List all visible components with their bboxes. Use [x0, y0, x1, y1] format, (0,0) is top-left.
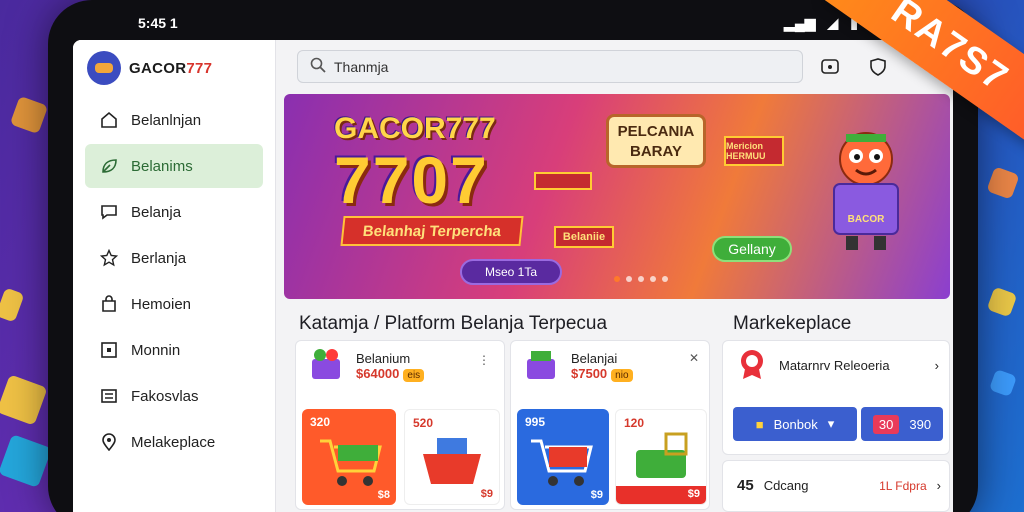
marketplace-item-label: Matarnrv Releoeria — [779, 357, 890, 373]
marketplace-title: Markekeplace — [733, 313, 852, 334]
mascot-icon: BACOR — [833, 132, 899, 250]
banner-pill-button[interactable]: Mseo 1Ta — [460, 259, 562, 285]
carousel-dot[interactable] — [662, 276, 668, 282]
close-icon[interactable]: ✕ — [689, 351, 699, 365]
carousel-dot[interactable] — [650, 276, 656, 282]
wifi-icon: ◢ — [827, 14, 839, 31]
cart-icon — [320, 439, 382, 486]
decor-cube — [9, 95, 49, 135]
status-time: 5:45 1 — [138, 15, 178, 31]
badge-icon — [735, 347, 769, 384]
product-tile[interactable]: 320 $8 — [302, 409, 396, 505]
row-right: 1L Fdpra — [879, 478, 927, 493]
banner-number: 7707 — [334, 143, 489, 217]
sidebar-item-7[interactable]: Melakeplace — [85, 420, 263, 464]
banner-sign-mid: Belaniie — [554, 226, 614, 248]
brand-name: GACOR777 — [129, 59, 213, 77]
box-icon: ■ — [755, 416, 764, 432]
decor-cube — [986, 286, 1018, 318]
sidebar-item-0[interactable]: Belanlnjan — [85, 98, 263, 142]
register-icon — [521, 345, 561, 388]
banner-green-button[interactable]: Gellany — [712, 236, 792, 262]
leaf-icon — [99, 156, 119, 176]
star-icon — [99, 248, 119, 268]
bag-icon — [636, 432, 688, 478]
carousel-dot[interactable] — [626, 276, 632, 282]
product-price: $64000 — [356, 366, 400, 381]
row-number: 45 — [737, 477, 754, 494]
marketplace-row[interactable]: 45 Cdcang 1L Fdpra › — [722, 460, 950, 512]
sidebar-item-2[interactable]: Belanja — [85, 190, 263, 234]
sidebar-item-label: Fakosvlas — [131, 387, 199, 405]
marketplace-price-button[interactable]: 30 390 — [861, 407, 943, 441]
decor-cube — [0, 374, 48, 426]
decor-cube — [986, 166, 1020, 200]
price-tag: eis — [403, 369, 425, 382]
app-screen: GACOR777 Belanlnjan Belanims Belanja Ber… — [73, 40, 953, 512]
chevron-right-icon[interactable]: › — [937, 478, 941, 493]
carousel-dot[interactable] — [614, 276, 620, 282]
marketplace-button[interactable]: ■ Bonbok ▾ — [733, 407, 857, 441]
cart-icon — [531, 439, 593, 486]
list-icon — [99, 386, 119, 406]
carousel-dots[interactable] — [614, 276, 668, 282]
sidebar-item-label: Hemoien — [131, 295, 192, 313]
bag-icon — [99, 294, 119, 314]
sidebar-item-label: Belanja — [131, 203, 182, 221]
promo-banner[interactable]: GACOR777 7707 Belanhaj Terpercha Mseo 1T… — [284, 94, 950, 299]
sidebar-item-label: Melakeplace — [131, 433, 216, 451]
banner-sign-right: Mericion HERMUU — [724, 136, 784, 166]
pin-icon — [99, 432, 119, 452]
row-label: Cdcang — [763, 478, 809, 493]
brand-logo-icon — [87, 51, 121, 85]
banner-ribbon: Belanhaj Terpercha — [340, 216, 524, 246]
chevron-down-icon: ▾ — [827, 416, 835, 431]
product-name: Belanium — [356, 351, 411, 366]
signal-icon: ▂▄▆ — [784, 14, 816, 31]
catalog-title: Katamja / Platform Belanja Terpecua — [299, 313, 608, 334]
price-tag: nio — [611, 369, 633, 382]
product-tile[interactable]: 120 $9 — [615, 409, 707, 505]
search-icon — [310, 57, 326, 76]
sidebar-item-label: Berlanja — [131, 249, 187, 267]
sidebar-item-label: Belanims — [131, 157, 193, 175]
decor-cube — [0, 287, 25, 323]
product-name: Belanjai — [571, 351, 618, 366]
search-input[interactable]: Thanmja — [334, 59, 388, 75]
sidebar-item-3[interactable]: Berlanja — [85, 236, 263, 280]
carousel-dot[interactable] — [638, 276, 644, 282]
product-card[interactable]: Belanium $64000 eis ⋮ 320 $8 520 $9 — [295, 340, 505, 510]
chat-icon — [99, 202, 119, 222]
sidebar-item-1[interactable]: Belanims — [85, 144, 263, 188]
sidebar-item-4[interactable]: Hemoien — [85, 282, 263, 326]
sidebar-item-label: Belanlnjan — [131, 111, 202, 129]
sidebar-item-label: Monnin — [131, 341, 181, 359]
sidebar-item-5[interactable]: Monnin — [85, 328, 263, 372]
square-icon — [99, 340, 119, 360]
marketplace-card[interactable]: Matarnrv Releoeria › ■ Bonbok ▾ 30 390 — [722, 340, 950, 455]
shield-icon[interactable] — [863, 52, 893, 82]
brand[interactable]: GACOR777 — [73, 40, 275, 96]
speech-bubble: PELCANIA BARAY — [606, 114, 706, 168]
sidebar: GACOR777 Belanlnjan Belanims Belanja Ber… — [73, 40, 276, 512]
banner-sign-left — [534, 172, 592, 190]
basket-icon — [306, 345, 346, 388]
product-tile[interactable]: 995 $9 — [517, 409, 609, 505]
product-card[interactable]: Belanjai $7500 nio ✕ 995 $9 120 $9 — [510, 340, 710, 510]
more-icon[interactable]: ⋮ — [478, 353, 490, 367]
product-tile[interactable]: 520 $9 — [404, 409, 500, 505]
status-bar: 5:45 1 ▂▄▆ ◢ ▮ — [138, 12, 918, 34]
basket-icon — [423, 438, 481, 484]
sidebar-item-6[interactable]: Fakosvlas — [85, 374, 263, 418]
notification-icon[interactable] — [815, 52, 845, 82]
mascot-label: BACOR — [848, 214, 885, 225]
search-bar[interactable]: Thanmja — [297, 50, 803, 83]
banner-title: GACOR777 — [334, 112, 496, 145]
home-icon — [99, 110, 119, 130]
decor-cube — [0, 434, 52, 488]
product-price: $7500 — [571, 366, 608, 381]
decor-cube — [988, 368, 1018, 398]
chevron-right-icon[interactable]: › — [935, 358, 939, 373]
